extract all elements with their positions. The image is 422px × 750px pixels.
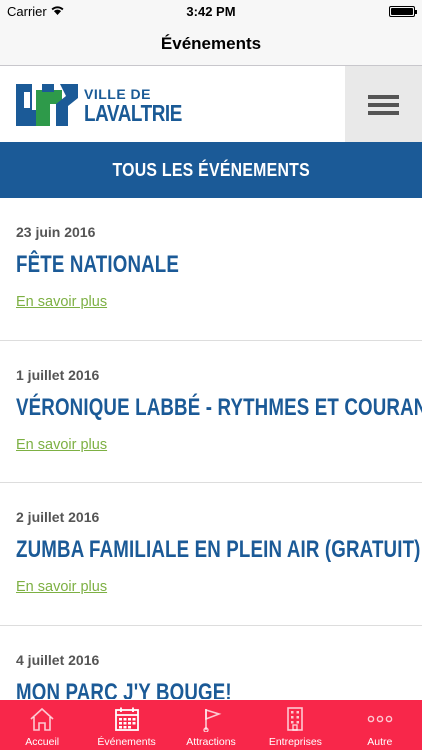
- tab-label: Événements: [97, 736, 156, 748]
- logo[interactable]: VILLE DE LAVALTRIE: [16, 84, 216, 126]
- calendar-icon: [114, 707, 139, 731]
- flag-icon: [203, 708, 222, 732]
- clock: 3:42 PM: [186, 4, 236, 19]
- status-bar: Carrier 3:42 PM: [0, 0, 422, 22]
- event-item[interactable]: 4 juillet 2016 MON PARC J'Y BOUGE!: [0, 626, 422, 700]
- event-item[interactable]: 2 juillet 2016 ZUMBA FAMILIALE EN PLEIN …: [0, 483, 422, 626]
- hamburger-menu-button[interactable]: [345, 66, 422, 142]
- navigation-bar: Événements: [0, 22, 422, 66]
- logo-line2: LAVALTRIE: [84, 100, 182, 126]
- banner-label: TOUS LES ÉVÉNEMENTS: [112, 160, 310, 180]
- read-more-link[interactable]: En savoir plus: [16, 437, 107, 453]
- tab-autre[interactable]: Autre: [338, 700, 422, 750]
- page-title: Événements: [160, 34, 262, 53]
- hamburger-bar: [368, 103, 399, 107]
- site-header: VILLE DE LAVALTRIE: [0, 66, 422, 142]
- more-icon: [367, 715, 393, 723]
- event-title[interactable]: VÉRONIQUE LABBÉ - RYTHMES ET COURANT: [16, 394, 422, 422]
- event-date: 4 juillet 2016: [16, 651, 100, 668]
- battery-icon: [389, 6, 417, 17]
- tab-evenements[interactable]: Événements: [84, 700, 168, 750]
- events-list[interactable]: 23 juin 2016 FÊTE NATIONALE En savoir pl…: [0, 198, 422, 699]
- event-date: 1 juillet 2016: [16, 366, 100, 383]
- event-item[interactable]: 23 juin 2016 FÊTE NATIONALE En savoir pl…: [0, 198, 422, 341]
- all-events-banner[interactable]: TOUS LES ÉVÉNEMENTS: [0, 142, 422, 198]
- event-date: 2 juillet 2016: [16, 509, 100, 525]
- tab-label: Attractions: [186, 736, 236, 748]
- lavaltrie-logo-mark-icon: [16, 84, 78, 126]
- building-icon: [287, 707, 304, 731]
- hamburger-bar: [368, 111, 399, 115]
- tab-label: Autre: [367, 736, 393, 748]
- hamburger-bar: [368, 95, 399, 99]
- tab-label: Entreprises: [268, 736, 322, 748]
- tab-label: Accueil: [25, 736, 60, 748]
- tab-bar: Accueil Événements Attractions Entrepris…: [0, 700, 422, 750]
- tab-attractions[interactable]: Attractions: [169, 700, 253, 750]
- event-title[interactable]: MON PARC J'Y BOUGE!: [16, 679, 232, 700]
- tab-entreprises[interactable]: Entreprises: [253, 700, 337, 750]
- event-title[interactable]: ZUMBA FAMILIALE EN PLEIN AIR (GRATUIT): [16, 536, 421, 564]
- event-item[interactable]: 1 juillet 2016 VÉRONIQUE LABBÉ - RYTHMES…: [0, 341, 422, 483]
- home-icon: [30, 707, 54, 731]
- event-title[interactable]: FÊTE NATIONALE: [16, 251, 179, 279]
- read-more-link[interactable]: En savoir plus: [16, 579, 107, 595]
- event-date: 23 juin 2016: [16, 224, 96, 240]
- read-more-link[interactable]: En savoir plus: [16, 294, 107, 310]
- tab-accueil[interactable]: Accueil: [0, 700, 84, 750]
